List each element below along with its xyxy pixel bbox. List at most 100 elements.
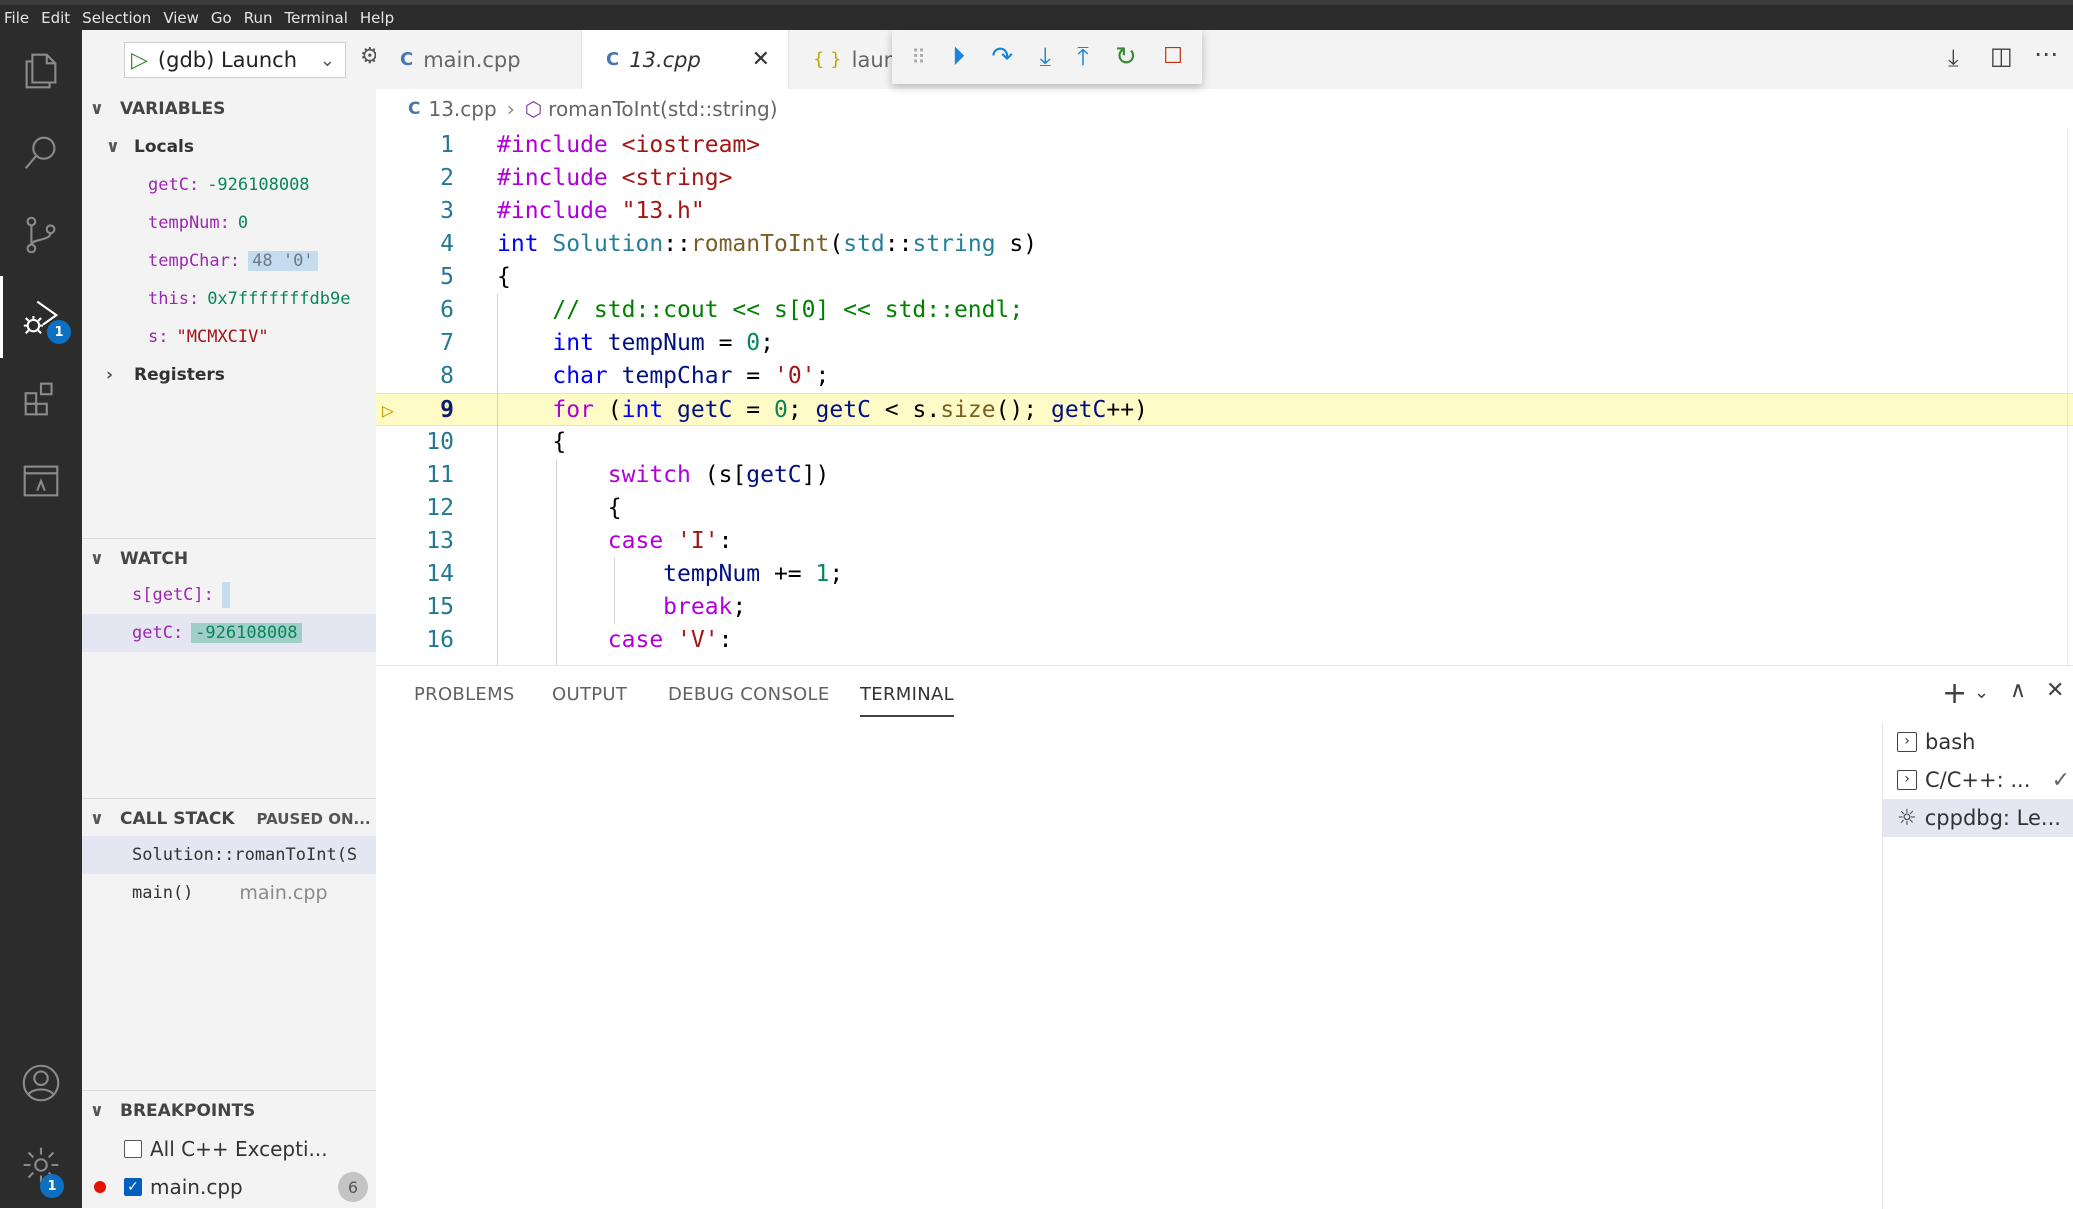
tab-launch-json[interactable]: { } laun [788, 30, 898, 89]
extensions-icon [24, 382, 53, 416]
source-control-icon [26, 216, 56, 254]
breadcrumb-file[interactable]: 13.cpp [428, 97, 496, 121]
code-line: 6 // std::cout << s[0] << std::endl; [440, 297, 1024, 323]
registers-scope[interactable]: › Registers [106, 356, 225, 394]
menu-run[interactable]: Run [244, 9, 273, 27]
callstack-header[interactable]: ∨ CALL STACK PAUSED ON... [82, 800, 376, 838]
variable-row[interactable]: s: "MCMXCIV" [148, 318, 269, 356]
restart-icon[interactable]: ↻ [1115, 44, 1137, 70]
split-editor-icon[interactable]: ◫ [1990, 42, 2013, 70]
breakpoint-row[interactable]: All C++ Excepti... [124, 1130, 328, 1168]
tab-debug-console[interactable]: DEBUG CONSOLE [668, 684, 830, 705]
tab-13-cpp[interactable]: C 13.cpp ✕ [582, 30, 788, 89]
accounts-button[interactable] [0, 1042, 82, 1124]
terminal-icon: › [1897, 732, 1917, 752]
code-line: 14 tempNum += 1; [426, 561, 844, 587]
debug-config-label: (gdb) Launch [157, 48, 298, 72]
menu-help[interactable]: Help [360, 9, 394, 27]
locals-scope[interactable]: ∨ Locals [106, 128, 194, 166]
search-icon [24, 136, 56, 170]
manage-button[interactable]: 1 [0, 1124, 82, 1206]
chevron-right-icon: › [506, 97, 515, 121]
tab-main-cpp[interactable]: C main.cpp [376, 30, 582, 89]
more-actions-icon[interactable]: ⋯ [2034, 40, 2058, 68]
breadcrumb-symbol[interactable]: romanToInt(std::string) [548, 97, 777, 121]
bottom-panel: PROBLEMS OUTPUT DEBUG CONSOLE TERMINAL +… [376, 665, 2073, 1209]
stack-frame[interactable]: main() main.cpp [132, 874, 328, 912]
chevron-down-icon: ∨ [90, 809, 104, 829]
cpp-file-icon: C [408, 99, 421, 119]
indent-guide [556, 459, 557, 665]
debug-bug-icon: ☼ [1897, 805, 1917, 831]
menu-view[interactable]: View [163, 9, 199, 27]
callstack-status: PAUSED ON... [256, 810, 371, 828]
editor-scrollbar[interactable] [2067, 129, 2073, 665]
code-line: 3 #include "13.h" [440, 198, 705, 224]
cpp-file-icon: C [400, 49, 414, 70]
debug-config-select[interactable]: ▷ (gdb) Launch ⌄ [124, 42, 346, 78]
watch-header[interactable]: ∨ WATCH [82, 540, 376, 578]
continue-icon[interactable]: ⏵ [952, 44, 965, 70]
menu-edit[interactable]: Edit [41, 9, 70, 27]
menu-go[interactable]: Go [211, 9, 232, 27]
variable-row[interactable]: tempNum: 0 [148, 204, 248, 242]
terminal-item[interactable]: › C/C++: ... ✓ [1883, 761, 2073, 799]
code-line: 2 #include <string> [440, 165, 733, 191]
current-execution-line: ▷ 9 for (int getC = 0; getC < s.size(); … [376, 393, 2073, 426]
editor-group: C main.cpp C 13.cpp ✕ { } laun ⠿ ⏵ ↷ ⤓ ⤒… [376, 30, 2073, 665]
menu-file[interactable]: File [4, 9, 29, 27]
code-line: 10 { [426, 429, 567, 455]
start-debugging-icon[interactable]: ▷ [131, 48, 148, 73]
debug-toolbar: ⠿ ⏵ ↷ ⤓ ⤒ ↻ ☐ [892, 30, 1202, 84]
variable-row[interactable]: getC: -926108008 [148, 166, 310, 204]
terminal-icon: › [1897, 770, 1917, 790]
tab-output[interactable]: OUTPUT [552, 684, 627, 705]
terminal-item[interactable]: › bash [1883, 723, 2073, 761]
add-terminal-icon[interactable]: + [1942, 676, 1967, 711]
breakpoints-header[interactable]: ∨ BREAKPOINTS [82, 1092, 376, 1130]
breakpoint-dot-icon [94, 1181, 106, 1193]
run-debug-button[interactable]: 1 [0, 276, 82, 358]
debug-badge: 1 [47, 320, 71, 344]
drag-handle-icon[interactable]: ⠿ [911, 44, 926, 70]
chevron-down-icon: ∨ [90, 549, 104, 569]
watch-row[interactable]: s[getC]: [132, 576, 230, 614]
debug-sidebar: ▷ (gdb) Launch ⌄ ⚙ ∨ VARIABLES ∨ Locals ge… [82, 30, 380, 1208]
code-line: 5{ [440, 264, 511, 290]
extensions-button[interactable] [0, 358, 82, 440]
checkbox-checked[interactable]: ✓ [124, 1178, 142, 1196]
code-line: 8 char tempChar = '0'; [440, 363, 830, 389]
maximize-panel-icon[interactable]: ∧ [2010, 678, 2026, 703]
terminal-item-selected[interactable]: ☼ cppdbg: Le... [1883, 799, 2073, 837]
tab-terminal[interactable]: TERMINAL [860, 684, 954, 717]
code-editor[interactable]: 1 #include <iostream> 2 #include <string> … [376, 129, 2073, 665]
search-button[interactable] [0, 112, 82, 194]
menu-terminal[interactable]: Terminal [285, 9, 348, 27]
chevron-down-icon[interactable]: ⌄ [1974, 682, 1989, 703]
tab-problems[interactable]: PROBLEMS [414, 684, 515, 705]
close-panel-icon[interactable]: ✕ [2046, 678, 2064, 703]
remote-explorer-button[interactable] [0, 440, 82, 522]
step-over-icon[interactable]: ↷ [991, 44, 1013, 70]
explorer-button[interactable] [0, 30, 82, 112]
source-control-button[interactable] [0, 194, 82, 276]
download-icon[interactable]: ⤓ [1948, 44, 1959, 72]
watch-row-selected[interactable]: getC: -926108008 [82, 614, 376, 652]
terminal-viewport[interactable] [376, 723, 1882, 1209]
code-line: 12 { [426, 495, 622, 521]
step-out-icon[interactable]: ⤒ [1077, 44, 1089, 70]
stack-frame[interactable]: Solution::romanToInt(S [82, 836, 376, 874]
menu-bar: File Edit Selection View Go Run Terminal… [0, 0, 2073, 30]
indent-guide [497, 294, 498, 665]
stop-icon[interactable]: ☐ [1163, 44, 1183, 70]
menu-selection[interactable]: Selection [82, 9, 151, 27]
code-line: 11 switch (s[getC]) [426, 462, 830, 488]
checkbox[interactable] [124, 1140, 142, 1158]
files-icon [25, 53, 57, 89]
step-into-icon[interactable]: ⤓ [1039, 44, 1051, 70]
variables-header[interactable]: ∨ VARIABLES [82, 90, 376, 128]
variable-row[interactable]: tempChar: 48 '0' [148, 242, 318, 280]
breakpoint-row[interactable]: ✓ main.cpp 6 [94, 1168, 376, 1206]
close-icon[interactable]: ✕ [752, 47, 770, 72]
variable-row[interactable]: this: 0x7fffffffdb9e [148, 280, 376, 318]
